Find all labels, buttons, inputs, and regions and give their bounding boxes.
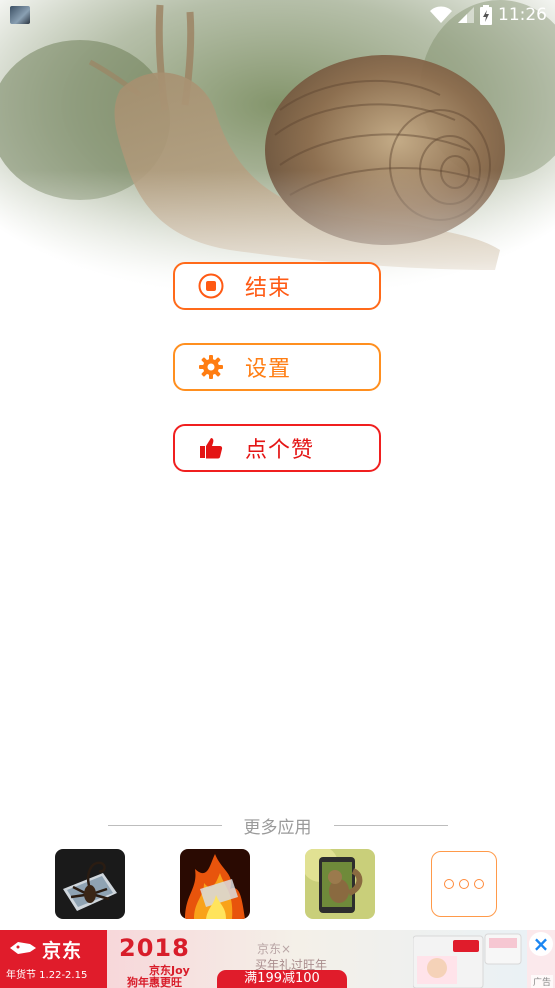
divider-left (107, 824, 222, 826)
ad-slogan: 狗年惠更旺 (127, 976, 182, 988)
ad-product-image (413, 933, 522, 988)
like-button-label: 点个赞 (245, 438, 315, 463)
ad-label: 广告 (530, 975, 553, 988)
ad-date-line: 年货节 1.22-2.15 (6, 970, 88, 981)
clock: 11:26 (498, 5, 547, 25)
thumbs-up-icon (198, 435, 224, 461)
settings-button-label: 设置 (245, 357, 292, 382)
signal-icon (458, 7, 474, 23)
gear-icon (198, 354, 224, 380)
more-apps-list (0, 849, 555, 919)
ad-brand-panel: 京东 年货节 1.22-2.15 (0, 930, 107, 988)
ad-partner: 京东× (257, 942, 292, 956)
end-button-label: 结束 (245, 276, 292, 301)
stop-record-icon (198, 273, 224, 299)
ad-brand-name: 京东 (42, 940, 83, 962)
ad-content: 2018 京东Joy 狗年惠更旺 京东× 买年礼过旺年 满199减100 (107, 930, 527, 988)
jd-dog-logo-icon (10, 942, 36, 954)
more-dots-icon[interactable] (431, 851, 497, 917)
like-button[interactable]: 点个赞 (173, 424, 381, 472)
wifi-icon (430, 6, 452, 23)
fire-phone-app-icon[interactable] (180, 849, 250, 919)
scorpion-phone-app-icon[interactable] (55, 849, 125, 919)
ad-price-badge: 满199减100 (217, 970, 347, 988)
battery-charging-icon (480, 5, 492, 25)
ad-close-icon[interactable]: × (529, 932, 553, 956)
hero-snail-image (0, 0, 555, 300)
status-bar: 11:26 (0, 0, 555, 30)
more-apps-header: 更多应用 (0, 812, 555, 838)
divider-right (333, 824, 448, 826)
settings-button[interactable]: 设置 (173, 343, 381, 391)
ad-banner[interactable]: 京东 年货节 1.22-2.15 2018 京东Joy 狗年惠更旺 京东× 买年… (0, 930, 555, 988)
squirrel-phone-app-icon[interactable] (305, 849, 375, 919)
notification-app-icon (10, 6, 30, 24)
more-apps-title: 更多应用 (243, 817, 312, 838)
ad-year: 2018 (119, 934, 190, 962)
end-button[interactable]: 结束 (173, 262, 381, 310)
